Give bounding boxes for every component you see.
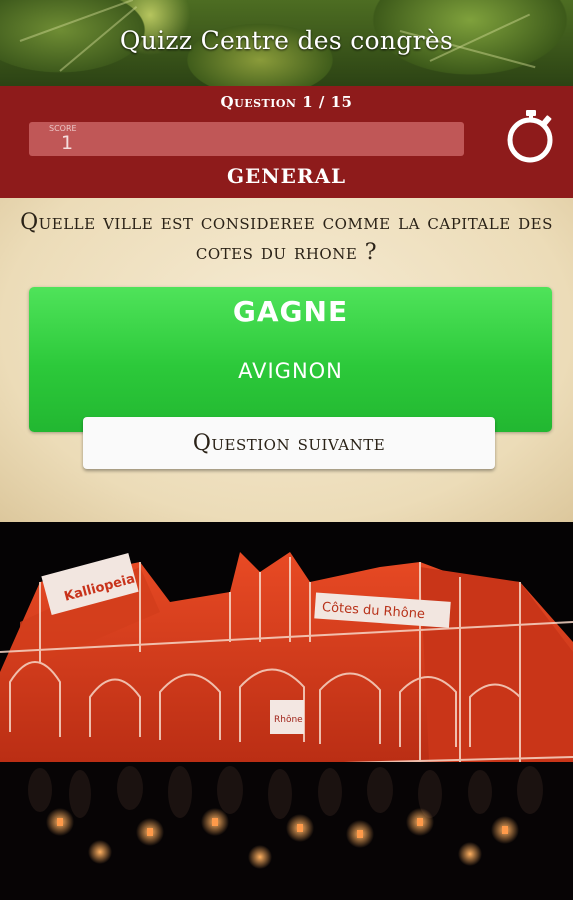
- correct-answer: AVIGNON: [238, 359, 343, 383]
- header-banner: Quizz Centre des congrès: [0, 0, 573, 86]
- question-text: Quelle ville est consideree comme la cap…: [20, 210, 553, 265]
- question-panel: Quelle ville est consideree comme la cap…: [0, 198, 573, 523]
- score-value: 1: [61, 132, 74, 154]
- facade-panel-text: Rhône: [274, 714, 303, 725]
- score-box: SCORE 1: [29, 122, 464, 156]
- category-title: GENERAL: [226, 164, 347, 188]
- palace-illustration: Kalliopeia Côtes du Rhône Rhône: [0, 552, 573, 900]
- result-status: GAGNE: [232, 295, 349, 328]
- question-counter: Question 1 / 15: [220, 93, 353, 111]
- stopwatch-icon: [507, 110, 553, 163]
- next-question-button[interactable]: Question suivante: [83, 417, 495, 469]
- question-header: Question 1 / 15 SCORE 1 GENERAL: [0, 86, 573, 198]
- result-box: GAGNE AVIGNON: [29, 287, 552, 432]
- app-title: Quizz Centre des congrès: [119, 26, 454, 55]
- palace-photo: Kalliopeia Côtes du Rhône Rhône: [0, 522, 573, 900]
